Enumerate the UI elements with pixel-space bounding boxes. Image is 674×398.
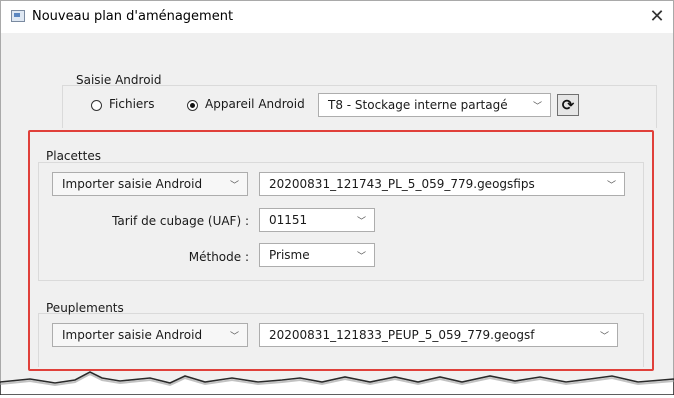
highlight-frame: [28, 130, 654, 371]
chevron-down-icon: ﹀: [532, 102, 542, 112]
cutoff-label-right: ou: [577, 384, 592, 398]
storage-select[interactable]: T8 - Stockage interne partagé ﹀: [318, 93, 551, 117]
radio-android-device[interactable]: [187, 100, 198, 111]
title-bar: Nouveau plan d'aménagement ✕: [1, 1, 673, 33]
radio-files[interactable]: [91, 100, 102, 111]
dialog-window: Nouveau plan d'aménagement ✕ Saisie Andr…: [0, 0, 674, 398]
close-button[interactable]: ✕: [645, 5, 669, 29]
radio-files-label[interactable]: Fichiers: [109, 97, 154, 111]
storage-select-value: T8 - Stockage interne partagé: [328, 98, 508, 112]
app-window-icon: [11, 10, 25, 22]
android-group-label: Saisie Android: [76, 73, 162, 87]
radio-android-device-label[interactable]: Appareil Android: [205, 97, 305, 111]
cutoff-label-left: audio: [104, 384, 138, 398]
refresh-button[interactable]: ⟳: [557, 94, 579, 116]
window-title: Nouveau plan d'aménagement: [32, 9, 234, 24]
refresh-icon: ⟳: [561, 96, 575, 114]
